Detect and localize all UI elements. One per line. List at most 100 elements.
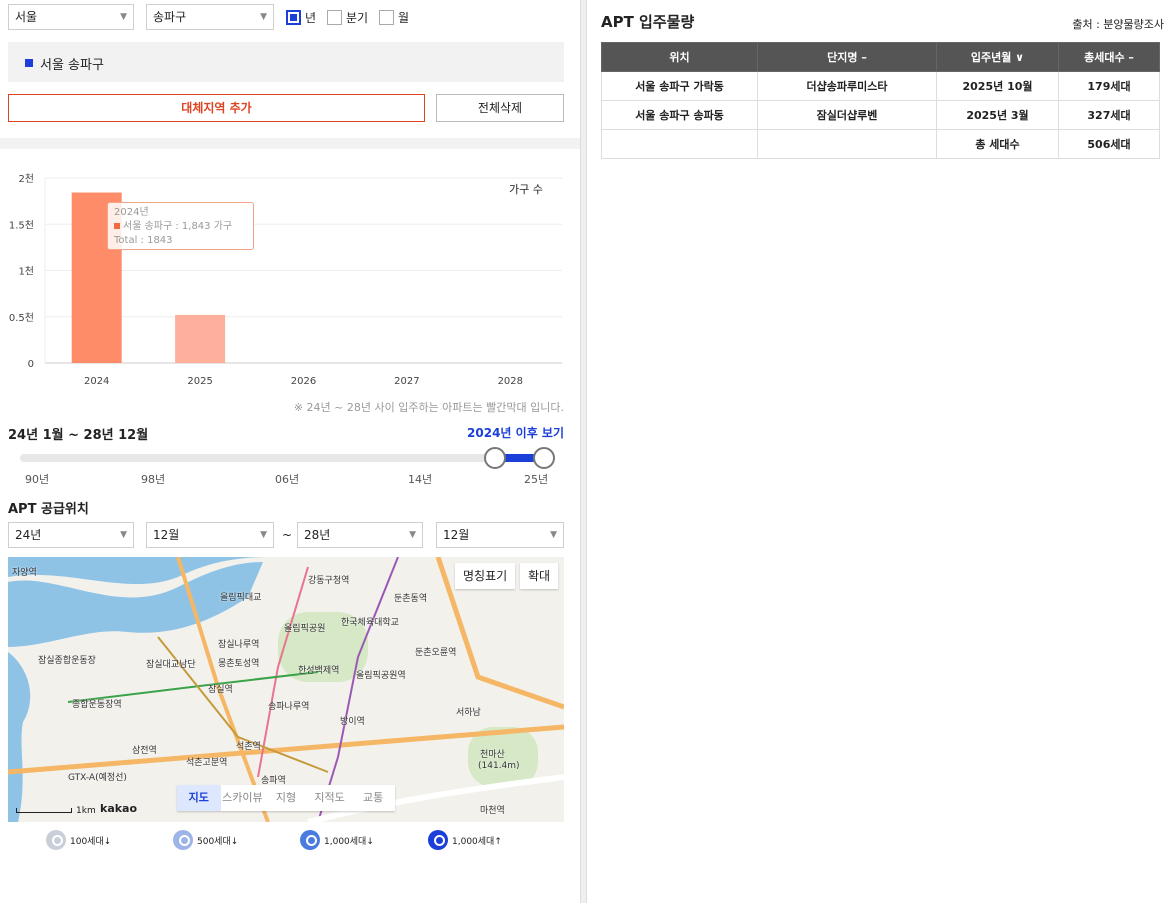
map-place-label: 한국체육대학교 bbox=[341, 618, 399, 628]
x-tick-label: 2025 bbox=[187, 376, 212, 387]
from-month-select[interactable]: 12월 ▼ bbox=[146, 522, 274, 548]
map-place-label: 강동구청역 bbox=[308, 576, 350, 586]
range-tick: 14년 bbox=[408, 473, 433, 486]
table-cell: 서울 송파구 송파동 bbox=[601, 100, 758, 130]
map-place-label: 올림픽공원 bbox=[284, 624, 326, 634]
map-place-label: 마천역 bbox=[480, 806, 505, 816]
supply-location-title: APT 공급위치 bbox=[8, 502, 89, 517]
from-year-select[interactable]: 24년 ▼ bbox=[8, 522, 134, 548]
period-year-checkbox[interactable]: 년 bbox=[286, 9, 316, 26]
map-tab-terrain[interactable]: 지형 bbox=[264, 785, 308, 811]
map-pin-icon bbox=[46, 830, 66, 850]
table-row[interactable]: 서울 송파구 송파동 잠실더샵루벤 2025년 3월 327세대 bbox=[601, 100, 1160, 130]
table-row[interactable]: 서울 송파구 가락동 더샵송파루미스타 2025년 10월 179세대 bbox=[601, 71, 1160, 101]
range-slider-end-handle[interactable] bbox=[533, 447, 555, 469]
checkbox-icon bbox=[379, 10, 394, 25]
column-header-move-in-date[interactable]: 입주년월 ∨ bbox=[936, 42, 1059, 72]
pin-legend-1000-below: 1,000세대↓ bbox=[300, 830, 374, 850]
map-pin-icon bbox=[300, 830, 320, 850]
range-slider-track[interactable] bbox=[20, 454, 544, 462]
chevron-down-icon: ▼ bbox=[260, 12, 267, 22]
table-cell: 506세대 bbox=[1058, 129, 1160, 159]
map-place-label: 송파나루역 bbox=[268, 702, 310, 712]
map-place-label: 몽촌토성역 bbox=[218, 659, 260, 669]
map-place-label: 자양역 bbox=[12, 568, 37, 578]
chevron-down-icon: ▼ bbox=[120, 12, 127, 22]
table-cell: 2025년 10월 bbox=[936, 71, 1059, 101]
range-tick: 98년 bbox=[141, 473, 166, 486]
table-cell: 총 세대수 bbox=[936, 129, 1059, 159]
column-header-location: 위치 bbox=[601, 42, 758, 72]
map-place-label: 종합운동장역 bbox=[72, 700, 122, 710]
map-place-label: 잠실종합운동장 bbox=[38, 656, 96, 666]
selected-region-label[interactable]: 서울 송파구 bbox=[40, 54, 104, 73]
period-quarter-checkbox[interactable]: 분기 bbox=[327, 9, 368, 26]
map-scale-bar bbox=[16, 808, 72, 813]
after-2024-link[interactable]: 2024년 이후 보기 bbox=[467, 424, 564, 441]
map-labels-toggle-button[interactable]: 명칭표기 bbox=[455, 563, 516, 589]
column-header-complex[interactable]: 단지명 – bbox=[757, 42, 937, 72]
panel-divider[interactable] bbox=[580, 0, 587, 903]
x-tick-label: 2027 bbox=[394, 376, 419, 387]
map-zoom-button[interactable]: 확대 bbox=[520, 563, 559, 589]
district-select[interactable]: 송파구 ▼ bbox=[146, 4, 274, 30]
range-tick: 06년 bbox=[275, 473, 300, 486]
period-month-checkbox[interactable]: 월 bbox=[379, 9, 409, 26]
to-month-value: 12월 bbox=[443, 528, 470, 542]
apt-move-in-title: APT 입주물량 bbox=[601, 13, 695, 31]
map-place-label: 한성백제역 bbox=[298, 666, 340, 676]
from-month-value: 12월 bbox=[153, 528, 180, 542]
table-cell: 2025년 3월 bbox=[936, 100, 1059, 130]
map-place-label: 서하남 bbox=[456, 708, 481, 718]
period-range-label: 24년 1월 ~ 28년 12월 bbox=[8, 428, 149, 443]
range-tick: 90년 bbox=[25, 473, 50, 486]
supply-map[interactable]: 자양역 강동구청역 올림픽대교 둔촌동역 올림픽공원 한국체육대학교 잠실나루역 둔촌오륜역 잠… bbox=[8, 557, 564, 822]
to-year-value: 28년 bbox=[304, 528, 331, 542]
map-place-label: 둔촌오륜역 bbox=[415, 648, 457, 658]
add-region-button[interactable]: 대체지역 추가 bbox=[8, 94, 425, 122]
clear-all-button[interactable]: 전체삭제 bbox=[436, 94, 564, 122]
range-tilde: ~ bbox=[282, 528, 293, 542]
column-header-households[interactable]: 총세대수 – bbox=[1058, 42, 1160, 72]
map-type-tabs: 지도 스카이뷰 지형 지적도 교통 bbox=[177, 785, 395, 811]
chevron-down-icon: ▼ bbox=[120, 530, 127, 540]
section-separator bbox=[0, 138, 580, 149]
pin-legend-label: 1,000세대↑ bbox=[452, 836, 502, 847]
x-tick-label: 2028 bbox=[498, 376, 523, 387]
table-cell bbox=[757, 129, 937, 159]
period-quarter-label: 분기 bbox=[346, 11, 369, 25]
chart-note: ※ 24년 ~ 28년 사이 입주하는 아파트는 빨간막대 입니다. bbox=[293, 401, 564, 414]
pin-legend-label: 1,000세대↓ bbox=[324, 836, 374, 847]
map-tab-cadastral[interactable]: 지적도 bbox=[308, 785, 352, 811]
map-tab-skyview[interactable]: 스카이뷰 bbox=[221, 785, 265, 811]
series-color-icon bbox=[114, 223, 120, 229]
table-cell: 잠실더샵루벤 bbox=[757, 100, 937, 130]
period-month-label: 월 bbox=[398, 11, 410, 25]
chart-legend-label: 가구 수 bbox=[509, 183, 543, 196]
map-place-label: 올림픽대교 bbox=[220, 593, 262, 603]
kakao-logo: kakao bbox=[100, 802, 138, 815]
map-scale-label: 1km bbox=[76, 806, 96, 816]
region-marker-icon bbox=[25, 59, 33, 67]
map-place-label: 잠실역 bbox=[208, 685, 233, 695]
y-tick-label: 0.5천 bbox=[9, 312, 34, 324]
map-tab-map[interactable]: 지도 bbox=[177, 785, 221, 811]
tooltip-total: Total : 1843 bbox=[114, 235, 173, 246]
map-place-label: GTX-A(예정선) bbox=[68, 773, 127, 783]
map-place-label: (141.4m) bbox=[478, 761, 520, 771]
city-select-value: 서울 bbox=[15, 10, 38, 24]
x-tick-label: 2024 bbox=[84, 376, 109, 387]
city-select[interactable]: 서울 ▼ bbox=[8, 4, 134, 30]
pin-legend-label: 100세대↓ bbox=[70, 836, 112, 847]
map-tab-traffic[interactable]: 교통 bbox=[351, 785, 395, 811]
to-year-select[interactable]: 28년 ▼ bbox=[297, 522, 423, 548]
table-cell: 더샵송파루미스타 bbox=[757, 71, 937, 101]
map-place-label: 방이역 bbox=[340, 717, 365, 727]
pin-legend-label: 500세대↓ bbox=[197, 836, 239, 847]
table-total-row: 총 세대수 506세대 bbox=[601, 129, 1160, 159]
map-pin-icon bbox=[173, 830, 193, 850]
district-select-value: 송파구 bbox=[153, 10, 187, 24]
range-slider-start-handle[interactable] bbox=[484, 447, 506, 469]
to-month-select[interactable]: 12월 ▼ bbox=[436, 522, 564, 548]
map-place-label: 잠실대교남단 bbox=[146, 660, 196, 670]
